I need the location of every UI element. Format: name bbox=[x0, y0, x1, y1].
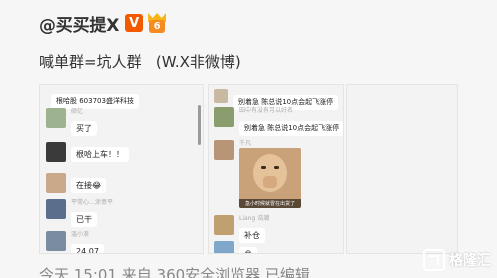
avatar bbox=[46, 199, 66, 219]
chat-message: 在接😂 bbox=[46, 173, 107, 193]
chat-sender: 硕忆 bbox=[71, 108, 84, 115]
level-badge-icon[interactable]: 6 bbox=[147, 13, 167, 33]
watermark-logo-icon bbox=[423, 249, 445, 271]
avatar bbox=[214, 107, 234, 127]
chat-sender: 千凡 bbox=[239, 140, 252, 147]
avatar bbox=[46, 142, 66, 162]
chat-scrollbar bbox=[198, 105, 201, 145]
weibo-post-card: @买买提X V 6 喊单群=坑人群 (W.X非微博) 根哈股 603703盛洋科… bbox=[0, 0, 497, 278]
chat-bubble: 别着急 陈总说10点会起飞涨停 bbox=[239, 121, 343, 136]
chat-sender: 平常心…涂意平 bbox=[71, 199, 114, 206]
chat-sender: Liang 浩瀚 bbox=[239, 215, 270, 222]
chat-bubble: 😂 bbox=[239, 247, 258, 253]
post-image-2[interactable]: 别着急 陈总说10点会起飞涨停 田中有没有可以好名 别着急 陈总说10点会起飞涨… bbox=[208, 84, 344, 254]
verified-badge-icon[interactable]: V bbox=[125, 14, 144, 32]
meme-sticker: 急小时候就冒在出货了 bbox=[239, 148, 301, 208]
avatar bbox=[214, 140, 234, 160]
chat-message: 根哈上车！！ bbox=[46, 142, 129, 162]
avatar bbox=[214, 215, 234, 235]
chat-bubble: 根哈股 603703盛洋科技 bbox=[51, 94, 139, 109]
chat-message: 平常心…涂意平 已干 bbox=[46, 199, 113, 227]
chat-bubble: 24.07 bbox=[71, 244, 104, 253]
username-link[interactable]: @买买提X bbox=[39, 11, 119, 36]
chat-bubble: 根哈上车！！ bbox=[71, 147, 129, 162]
chat-sender: 温小浪 bbox=[71, 231, 90, 238]
chat-message: 硕忆 买了 bbox=[46, 108, 97, 136]
chat-bubble: 买了 bbox=[71, 121, 97, 136]
chat-message: 田中有没有可以好名 别着急 陈总说10点会起飞涨停 bbox=[214, 107, 343, 136]
post-image-1[interactable]: 根哈股 603703盛洋科技 硕忆 买了 根哈上车！！ 在接😂 平常心…涂意平 bbox=[39, 84, 204, 254]
chat-message: Liang 浩瀚 补仓 bbox=[214, 215, 269, 243]
post-image-3[interactable] bbox=[346, 84, 458, 254]
watermark: 格隆汇 bbox=[423, 248, 491, 272]
chat-message: 温小浪 24.07 bbox=[46, 231, 104, 253]
chat-bubble: 在接😂 bbox=[71, 178, 107, 193]
chat-message: 千凡 急小时候就冒在出货了 bbox=[214, 140, 301, 208]
chat-sender: 田中有没有可以好名 bbox=[239, 107, 294, 114]
chat-bubble: 已干 bbox=[71, 212, 97, 227]
post-header: @买买提X V 6 bbox=[39, 11, 167, 36]
post-text: 喊单群=坑人群 (W.X非微博) bbox=[39, 53, 241, 71]
meme-caption: 急小时候就冒在出货了 bbox=[239, 199, 301, 208]
avatar bbox=[46, 231, 66, 251]
chat-message: 😂 bbox=[214, 241, 258, 253]
chat-message: 根哈股 603703盛洋科技 bbox=[46, 88, 139, 109]
avatar bbox=[214, 241, 234, 253]
avatar bbox=[46, 108, 66, 128]
watermark-text: 格隆汇 bbox=[449, 253, 491, 269]
post-meta: 今天 15:01 来自 360安全浏览器 已编辑 bbox=[39, 266, 310, 278]
avatar bbox=[46, 173, 66, 193]
avatar bbox=[214, 89, 228, 103]
